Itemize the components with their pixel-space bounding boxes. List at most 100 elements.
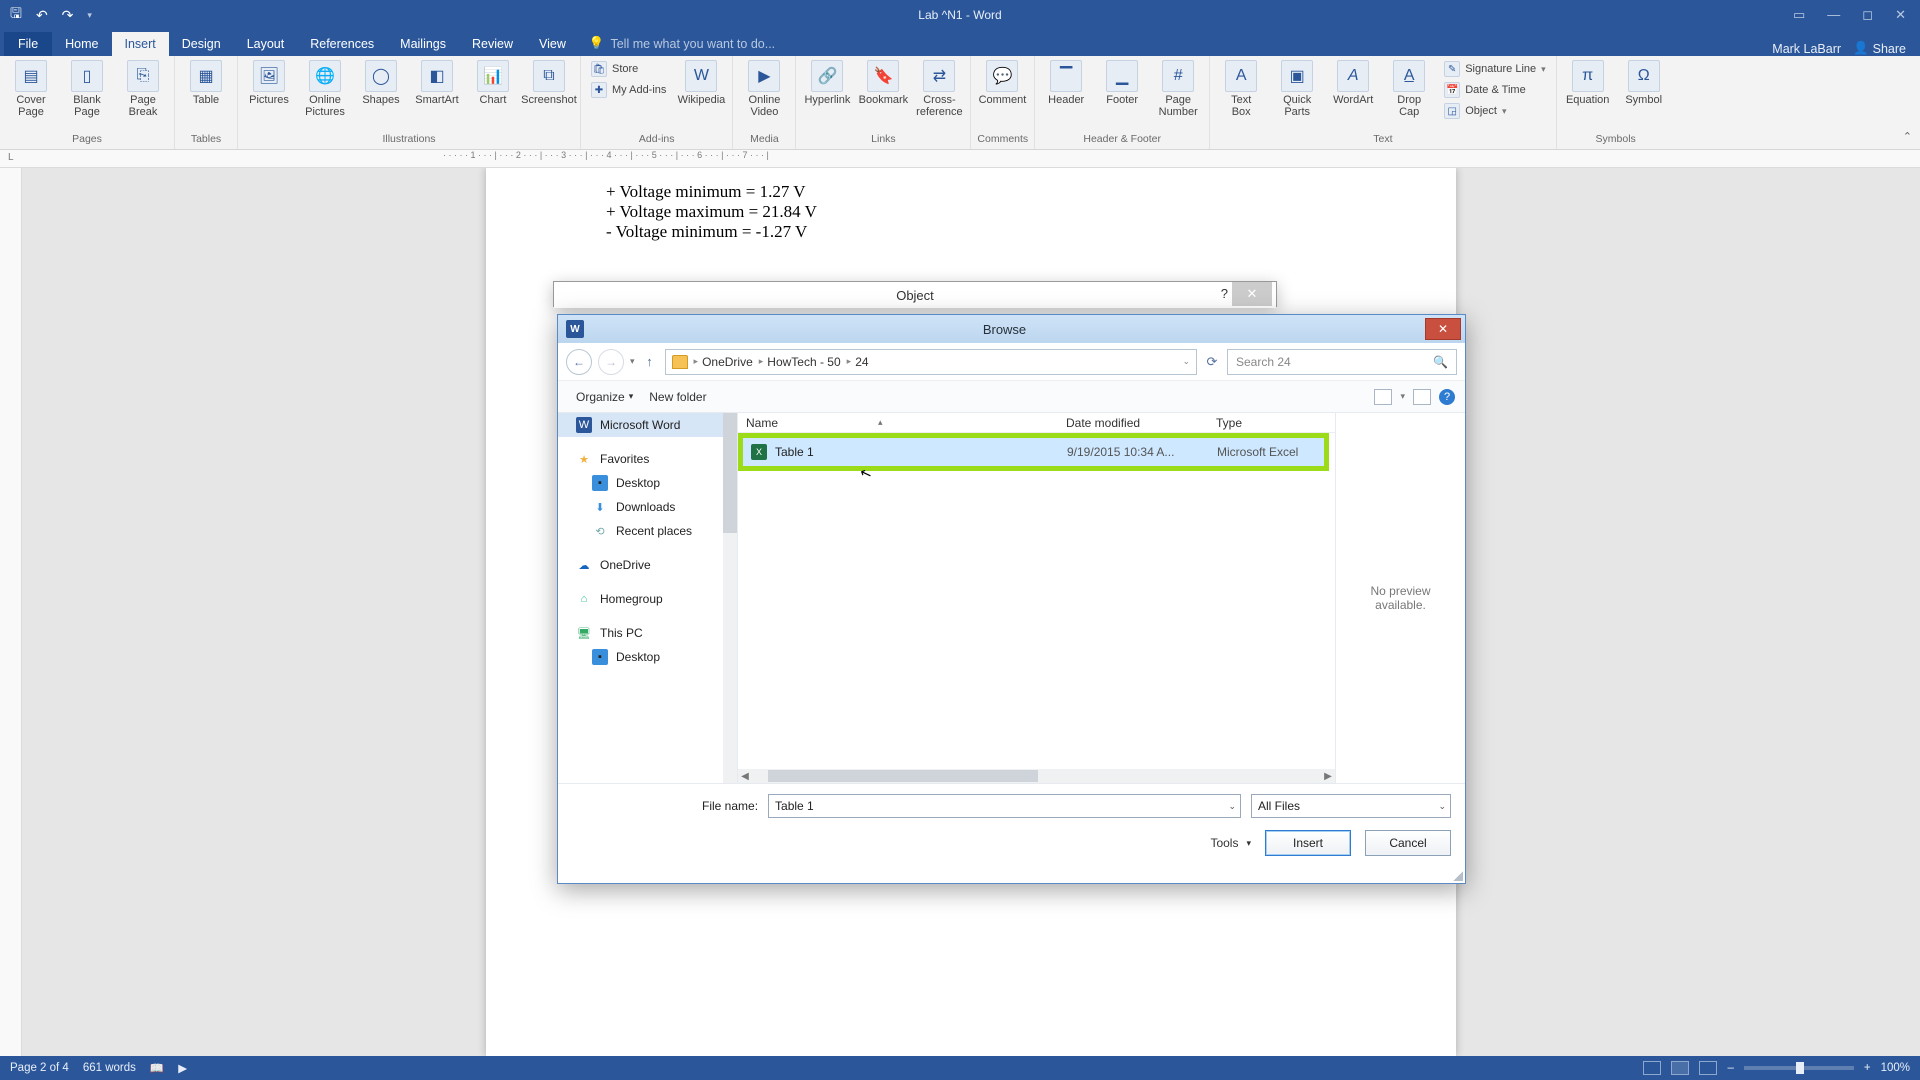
- filter-dropdown-icon[interactable]: ⌄: [1438, 801, 1446, 812]
- view-mode-dropdown-icon[interactable]: ▾: [1400, 391, 1405, 402]
- nav-onedrive[interactable]: ☁OneDrive: [558, 553, 737, 577]
- print-layout-button[interactable]: [1671, 1061, 1689, 1075]
- undo-icon[interactable]: ↶: [36, 7, 48, 24]
- store-button[interactable]: 🛍Store: [587, 60, 670, 78]
- col-name[interactable]: Name▴: [738, 416, 1058, 430]
- browse-close-button[interactable]: ✕: [1425, 318, 1461, 340]
- zoom-level[interactable]: 100%: [1881, 1062, 1910, 1074]
- ribbon-display-icon[interactable]: ▭: [1793, 7, 1805, 23]
- word-count[interactable]: 661 words: [83, 1062, 136, 1074]
- forward-button[interactable]: →: [598, 349, 624, 375]
- wikipedia-button[interactable]: WWikipedia: [676, 60, 726, 106]
- close-icon[interactable]: ✕: [1895, 7, 1906, 23]
- nav-recent-places[interactable]: ⟲Recent places: [558, 519, 737, 543]
- signature-line-button[interactable]: ✎Signature Line▾: [1440, 60, 1549, 78]
- up-button[interactable]: ↑: [641, 354, 659, 369]
- tab-references[interactable]: References: [297, 32, 387, 56]
- address-dropdown-icon[interactable]: ⌄: [1182, 356, 1190, 367]
- nav-this-pc[interactable]: 🖥This PC: [558, 621, 737, 645]
- page-number-button[interactable]: #PageNumber: [1153, 60, 1203, 118]
- quick-parts-button[interactable]: ▣QuickParts: [1272, 60, 1322, 118]
- col-type[interactable]: Type: [1208, 416, 1335, 430]
- pictures-button[interactable]: 🖼Pictures: [244, 60, 294, 106]
- collapse-ribbon-icon[interactable]: ⌃: [1903, 130, 1912, 143]
- nav-desktop-pc[interactable]: ▪Desktop: [558, 645, 737, 669]
- cover-page-button[interactable]: ▤CoverPage: [6, 60, 56, 118]
- vertical-ruler[interactable]: [0, 168, 22, 1056]
- comment-button[interactable]: 💬Comment: [977, 60, 1027, 106]
- blank-page-button[interactable]: ▯BlankPage: [62, 60, 112, 118]
- qat-customize-icon[interactable]: ▾: [87, 10, 92, 21]
- nav-favorites[interactable]: ★Favorites: [558, 447, 737, 471]
- crumb[interactable]: 24: [855, 355, 868, 369]
- organize-button[interactable]: Organize▾: [568, 387, 641, 407]
- nav-homegroup[interactable]: ⌂Homegroup: [558, 587, 737, 611]
- browse-titlebar[interactable]: W Browse ✕: [558, 315, 1465, 343]
- smartart-button[interactable]: ◧SmartArt: [412, 60, 462, 106]
- online-video-button[interactable]: ▶OnlineVideo: [739, 60, 789, 118]
- new-folder-button[interactable]: New folder: [641, 387, 714, 407]
- table-button[interactable]: ▦Table: [181, 60, 231, 106]
- file-row[interactable]: X Table 1 9/19/2015 10:34 A... Microsoft…: [743, 438, 1324, 466]
- help-icon[interactable]: ?: [1221, 286, 1228, 301]
- textbox-button[interactable]: ATextBox: [1216, 60, 1266, 118]
- tab-insert[interactable]: Insert: [112, 32, 169, 56]
- page-indicator[interactable]: Page 2 of 4: [10, 1062, 69, 1074]
- zoom-out-button[interactable]: –: [1727, 1062, 1733, 1074]
- screenshot-button[interactable]: ⧉Screenshot: [524, 60, 574, 106]
- chart-button[interactable]: 📊Chart: [468, 60, 518, 106]
- wordart-button[interactable]: AWordArt: [1328, 60, 1378, 106]
- page-break-button[interactable]: ⎘PageBreak: [118, 60, 168, 118]
- symbol-button[interactable]: ΩSymbol: [1619, 60, 1669, 106]
- nav-microsoft-word[interactable]: WMicrosoft Word: [558, 413, 737, 437]
- preview-pane-button[interactable]: [1413, 389, 1431, 405]
- resize-grip[interactable]: [1453, 871, 1463, 881]
- minimize-icon[interactable]: —: [1827, 7, 1840, 23]
- navpane-scroll-thumb[interactable]: [723, 413, 737, 533]
- search-input[interactable]: Search 24 🔍: [1227, 349, 1457, 375]
- header-button[interactable]: ▔Header: [1041, 60, 1091, 106]
- scroll-right-icon[interactable]: ▶: [1321, 771, 1335, 782]
- file-filter-select[interactable]: All Files ⌄: [1251, 794, 1451, 818]
- my-addins-button[interactable]: ✚My Add-ins: [587, 81, 670, 99]
- maximize-icon[interactable]: ◻: [1862, 7, 1873, 23]
- hyperlink-button[interactable]: 🔗Hyperlink: [802, 60, 852, 106]
- tell-me-search[interactable]: 💡 Tell me what you want to do...: [579, 31, 785, 56]
- bookmark-button[interactable]: 🔖Bookmark: [858, 60, 908, 106]
- address-bar[interactable]: ▸OneDrive ▸HowTech - 50 ▸24 ⌄: [665, 349, 1197, 375]
- equation-button[interactable]: πEquation: [1563, 60, 1613, 106]
- macro-icon[interactable]: ▶: [178, 1061, 187, 1075]
- back-button[interactable]: ←: [566, 349, 592, 375]
- footer-button[interactable]: ▁Footer: [1097, 60, 1147, 106]
- tab-layout[interactable]: Layout: [234, 32, 298, 56]
- object-button[interactable]: ◲Object▾: [1440, 102, 1549, 120]
- view-mode-button[interactable]: [1374, 389, 1392, 405]
- insert-button[interactable]: Insert: [1265, 830, 1351, 856]
- tab-home[interactable]: Home: [52, 32, 111, 56]
- redo-icon[interactable]: ↷: [62, 7, 74, 24]
- crumb[interactable]: HowTech - 50: [767, 355, 840, 369]
- tab-view[interactable]: View: [526, 32, 579, 56]
- filename-dropdown-icon[interactable]: ⌄: [1228, 801, 1236, 812]
- history-dropdown-icon[interactable]: ▾: [630, 356, 635, 367]
- share-button[interactable]: 👤 Share: [1853, 41, 1906, 56]
- nav-downloads[interactable]: ⬇Downloads: [558, 495, 737, 519]
- zoom-slider[interactable]: [1744, 1066, 1854, 1070]
- refresh-button[interactable]: ⟳: [1203, 354, 1221, 370]
- filename-input[interactable]: Table 1 ⌄: [768, 794, 1241, 818]
- tab-mailings[interactable]: Mailings: [387, 32, 459, 56]
- file-tab[interactable]: File: [4, 32, 52, 56]
- shapes-button[interactable]: ◯Shapes: [356, 60, 406, 106]
- cross-reference-button[interactable]: ⇄Cross-reference: [914, 60, 964, 118]
- read-mode-button[interactable]: [1643, 1061, 1661, 1075]
- col-date[interactable]: Date modified: [1058, 416, 1208, 430]
- drop-cap-button[interactable]: A̲DropCap: [1384, 60, 1434, 118]
- spellcheck-icon[interactable]: 📖: [150, 1061, 164, 1075]
- online-pictures-button[interactable]: 🌐OnlinePictures: [300, 60, 350, 118]
- object-dialog-close-button[interactable]: ✕: [1232, 282, 1272, 306]
- tab-review[interactable]: Review: [459, 32, 526, 56]
- zoom-in-button[interactable]: +: [1864, 1062, 1871, 1074]
- date-time-button[interactable]: 📅Date & Time: [1440, 81, 1549, 99]
- horizontal-ruler[interactable]: L · · · · · 1 · · · | · · · 2 · · · | · …: [0, 150, 1920, 168]
- tab-design[interactable]: Design: [169, 32, 234, 56]
